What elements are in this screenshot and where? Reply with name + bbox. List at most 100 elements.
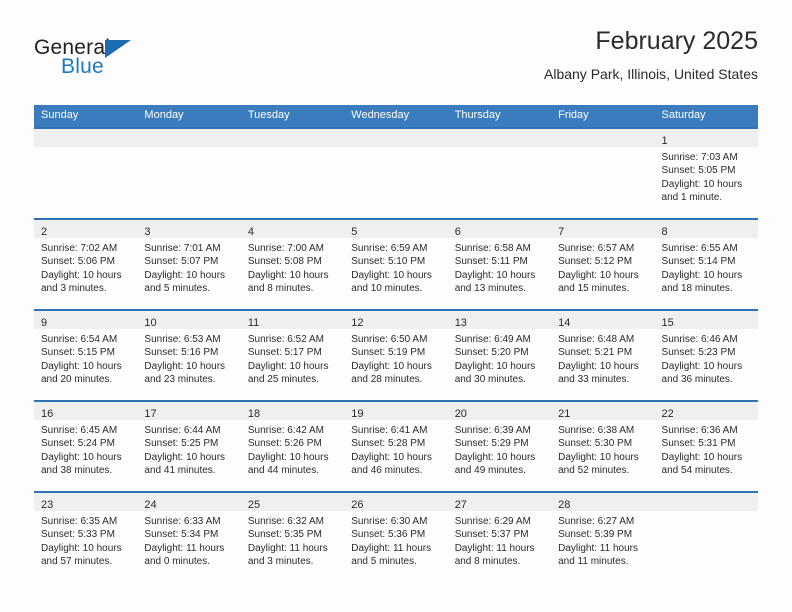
day-cell[interactable]: 14 Sunrise: 6:48 AM Sunset: 5:21 PM Dayl… <box>551 311 655 401</box>
daylight-text-line1: Daylight: 10 hours <box>558 269 639 281</box>
day-number-band: 17 <box>137 402 241 421</box>
day-info: Sunrise: 6:45 AM Sunset: 5:24 PM Dayligh… <box>34 420 137 477</box>
day-number-band <box>137 129 241 148</box>
sunset-text: Sunset: 5:10 PM <box>351 256 426 268</box>
daylight-text-line1: Daylight: 10 hours <box>661 269 743 281</box>
day-cell[interactable]: 19 Sunrise: 6:41 AM Sunset: 5:28 PM Dayl… <box>344 402 448 492</box>
sunrise-text: Sunrise: 6:50 AM <box>351 334 428 346</box>
daylight-text-line1: Daylight: 10 hours <box>41 451 122 463</box>
day-number-band <box>447 129 552 148</box>
sunrise-text: Sunrise: 6:42 AM <box>247 425 324 437</box>
day-info: Sunrise: 6:44 AM Sunset: 5:25 PM Dayligh… <box>137 420 240 477</box>
sunrise-text: Sunrise: 7:01 AM <box>144 243 221 255</box>
day-cell[interactable]: 1 Sunrise: 7:03 AM Sunset: 5:05 PM Dayli… <box>654 129 758 219</box>
day-cell <box>447 129 552 219</box>
day-number-band <box>240 129 345 148</box>
day-number-band: 16 <box>34 402 138 421</box>
day-number: 4 <box>247 226 254 239</box>
daylight-text-line2: and 5 minutes. <box>144 282 211 294</box>
day-cell[interactable]: 25 Sunrise: 6:32 AM Sunset: 5:35 PM Dayl… <box>240 493 345 583</box>
day-number: 6 <box>454 226 461 239</box>
day-info: Sunrise: 6:41 AM Sunset: 5:28 PM Dayligh… <box>344 420 447 477</box>
day-cell <box>240 129 345 219</box>
daylight-text-line1: Daylight: 11 hours <box>558 542 638 554</box>
day-cell[interactable]: 27 Sunrise: 6:29 AM Sunset: 5:37 PM Dayl… <box>447 493 552 583</box>
daylight-text-line1: Daylight: 11 hours <box>351 542 432 554</box>
day-info: Sunrise: 6:58 AM Sunset: 5:11 PM Dayligh… <box>448 238 551 295</box>
day-info: Sunrise: 7:00 AM Sunset: 5:08 PM Dayligh… <box>241 238 344 295</box>
day-cell[interactable]: 6 Sunrise: 6:58 AM Sunset: 5:11 PM Dayli… <box>447 220 552 310</box>
day-cell[interactable]: 17 Sunrise: 6:44 AM Sunset: 5:25 PM Dayl… <box>137 402 241 492</box>
day-cell[interactable]: 12 Sunrise: 6:50 AM Sunset: 5:19 PM Dayl… <box>344 311 448 401</box>
sunrise-text: Sunrise: 6:32 AM <box>247 516 324 528</box>
day-number: 2 <box>41 226 48 239</box>
day-cell[interactable]: 3 Sunrise: 7:01 AM Sunset: 5:07 PM Dayli… <box>137 220 241 310</box>
daylight-text-line1: Daylight: 10 hours <box>144 269 226 281</box>
sunset-text: Sunset: 5:26 PM <box>247 438 322 450</box>
day-number-band: 18 <box>240 402 345 421</box>
day-cell[interactable]: 22 Sunrise: 6:36 AM Sunset: 5:31 PM Dayl… <box>654 402 758 492</box>
day-cell <box>654 493 758 583</box>
day-cell[interactable]: 13 Sunrise: 6:49 AM Sunset: 5:20 PM Dayl… <box>447 311 552 401</box>
daylight-text-line1: Daylight: 10 hours <box>41 360 122 372</box>
daylight-text-line2: and 57 minutes. <box>41 555 113 567</box>
sunset-text: Sunset: 5:06 PM <box>41 256 115 268</box>
week-row: 9 Sunrise: 6:54 AM Sunset: 5:15 PM Dayli… <box>34 309 758 401</box>
day-number: 10 <box>144 317 157 330</box>
weekday-header-thursday: Thursday <box>454 109 501 121</box>
daylight-text-line1: Daylight: 11 hours <box>454 542 535 554</box>
day-cell[interactable]: 24 Sunrise: 6:33 AM Sunset: 5:34 PM Dayl… <box>137 493 241 583</box>
daylight-text-line1: Daylight: 10 hours <box>558 451 639 463</box>
day-cell[interactable]: 18 Sunrise: 6:42 AM Sunset: 5:26 PM Dayl… <box>240 402 345 492</box>
sunrise-text: Sunrise: 6:35 AM <box>41 516 118 528</box>
day-cell <box>34 129 138 219</box>
daylight-text-line1: Daylight: 10 hours <box>351 451 432 463</box>
day-cell <box>137 129 241 219</box>
day-cell[interactable]: 23 Sunrise: 6:35 AM Sunset: 5:33 PM Dayl… <box>34 493 138 583</box>
day-cell[interactable]: 28 Sunrise: 6:27 AM Sunset: 5:39 PM Dayl… <box>551 493 655 583</box>
daylight-text-line1: Daylight: 10 hours <box>558 360 639 372</box>
day-number-band: 3 <box>137 220 241 239</box>
day-number: 24 <box>144 499 157 512</box>
sunset-text: Sunset: 5:25 PM <box>144 438 219 450</box>
day-cell[interactable]: 10 Sunrise: 6:53 AM Sunset: 5:16 PM Dayl… <box>137 311 241 401</box>
day-cell[interactable]: 4 Sunrise: 7:00 AM Sunset: 5:08 PM Dayli… <box>240 220 345 310</box>
day-cell[interactable]: 11 Sunrise: 6:52 AM Sunset: 5:17 PM Dayl… <box>240 311 345 401</box>
day-number-band: 7 <box>551 220 655 239</box>
day-number: 18 <box>247 408 261 421</box>
day-cell[interactable]: 15 Sunrise: 6:46 AM Sunset: 5:23 PM Dayl… <box>654 311 758 401</box>
day-cell[interactable]: 5 Sunrise: 6:59 AM Sunset: 5:10 PM Dayli… <box>344 220 448 310</box>
week-row: 2 Sunrise: 7:02 AM Sunset: 5:06 PM Dayli… <box>34 218 758 310</box>
sunset-text: Sunset: 5:19 PM <box>351 347 426 359</box>
sunset-text: Sunset: 5:33 PM <box>41 529 115 541</box>
day-cell[interactable]: 20 Sunrise: 6:39 AM Sunset: 5:29 PM Dayl… <box>447 402 552 492</box>
general-blue-logo[interactable]: General Blue <box>34 36 244 88</box>
day-cell[interactable]: 2 Sunrise: 7:02 AM Sunset: 5:06 PM Dayli… <box>34 220 138 310</box>
daylight-text-line1: Daylight: 11 hours <box>144 542 225 554</box>
day-cell[interactable]: 9 Sunrise: 6:54 AM Sunset: 5:15 PM Dayli… <box>34 311 138 401</box>
daylight-text-line2: and 33 minutes. <box>558 373 630 385</box>
sunset-text: Sunset: 5:23 PM <box>661 347 736 359</box>
weekday-header-friday: Friday <box>558 109 589 121</box>
day-number-band: 9 <box>34 311 138 330</box>
day-cell[interactable]: 8 Sunrise: 6:55 AM Sunset: 5:14 PM Dayli… <box>654 220 758 310</box>
daylight-text-line2: and 44 minutes. <box>247 464 320 476</box>
day-cell[interactable]: 16 Sunrise: 6:45 AM Sunset: 5:24 PM Dayl… <box>34 402 138 492</box>
daylight-text-line2: and 0 minutes. <box>144 555 211 567</box>
day-cell[interactable]: 7 Sunrise: 6:57 AM Sunset: 5:12 PM Dayli… <box>551 220 655 310</box>
day-cell <box>551 129 655 219</box>
day-number: 27 <box>454 499 467 512</box>
day-number-band: 22 <box>654 402 758 421</box>
day-number: 13 <box>454 317 467 330</box>
sunrise-text: Sunrise: 6:57 AM <box>558 243 635 255</box>
daylight-text-line2: and 30 minutes. <box>454 373 526 385</box>
day-cell[interactable]: 26 Sunrise: 6:30 AM Sunset: 5:36 PM Dayl… <box>344 493 448 583</box>
day-number-band: 25 <box>240 493 345 512</box>
day-cell <box>344 129 448 219</box>
page-title: February 2025 <box>595 27 758 55</box>
daylight-text-line2: and 28 minutes. <box>351 373 423 385</box>
day-number-band: 14 <box>551 311 655 330</box>
sunrise-text: Sunrise: 6:54 AM <box>41 334 118 346</box>
day-number-band: 15 <box>654 311 758 330</box>
day-cell[interactable]: 21 Sunrise: 6:38 AM Sunset: 5:30 PM Dayl… <box>551 402 655 492</box>
